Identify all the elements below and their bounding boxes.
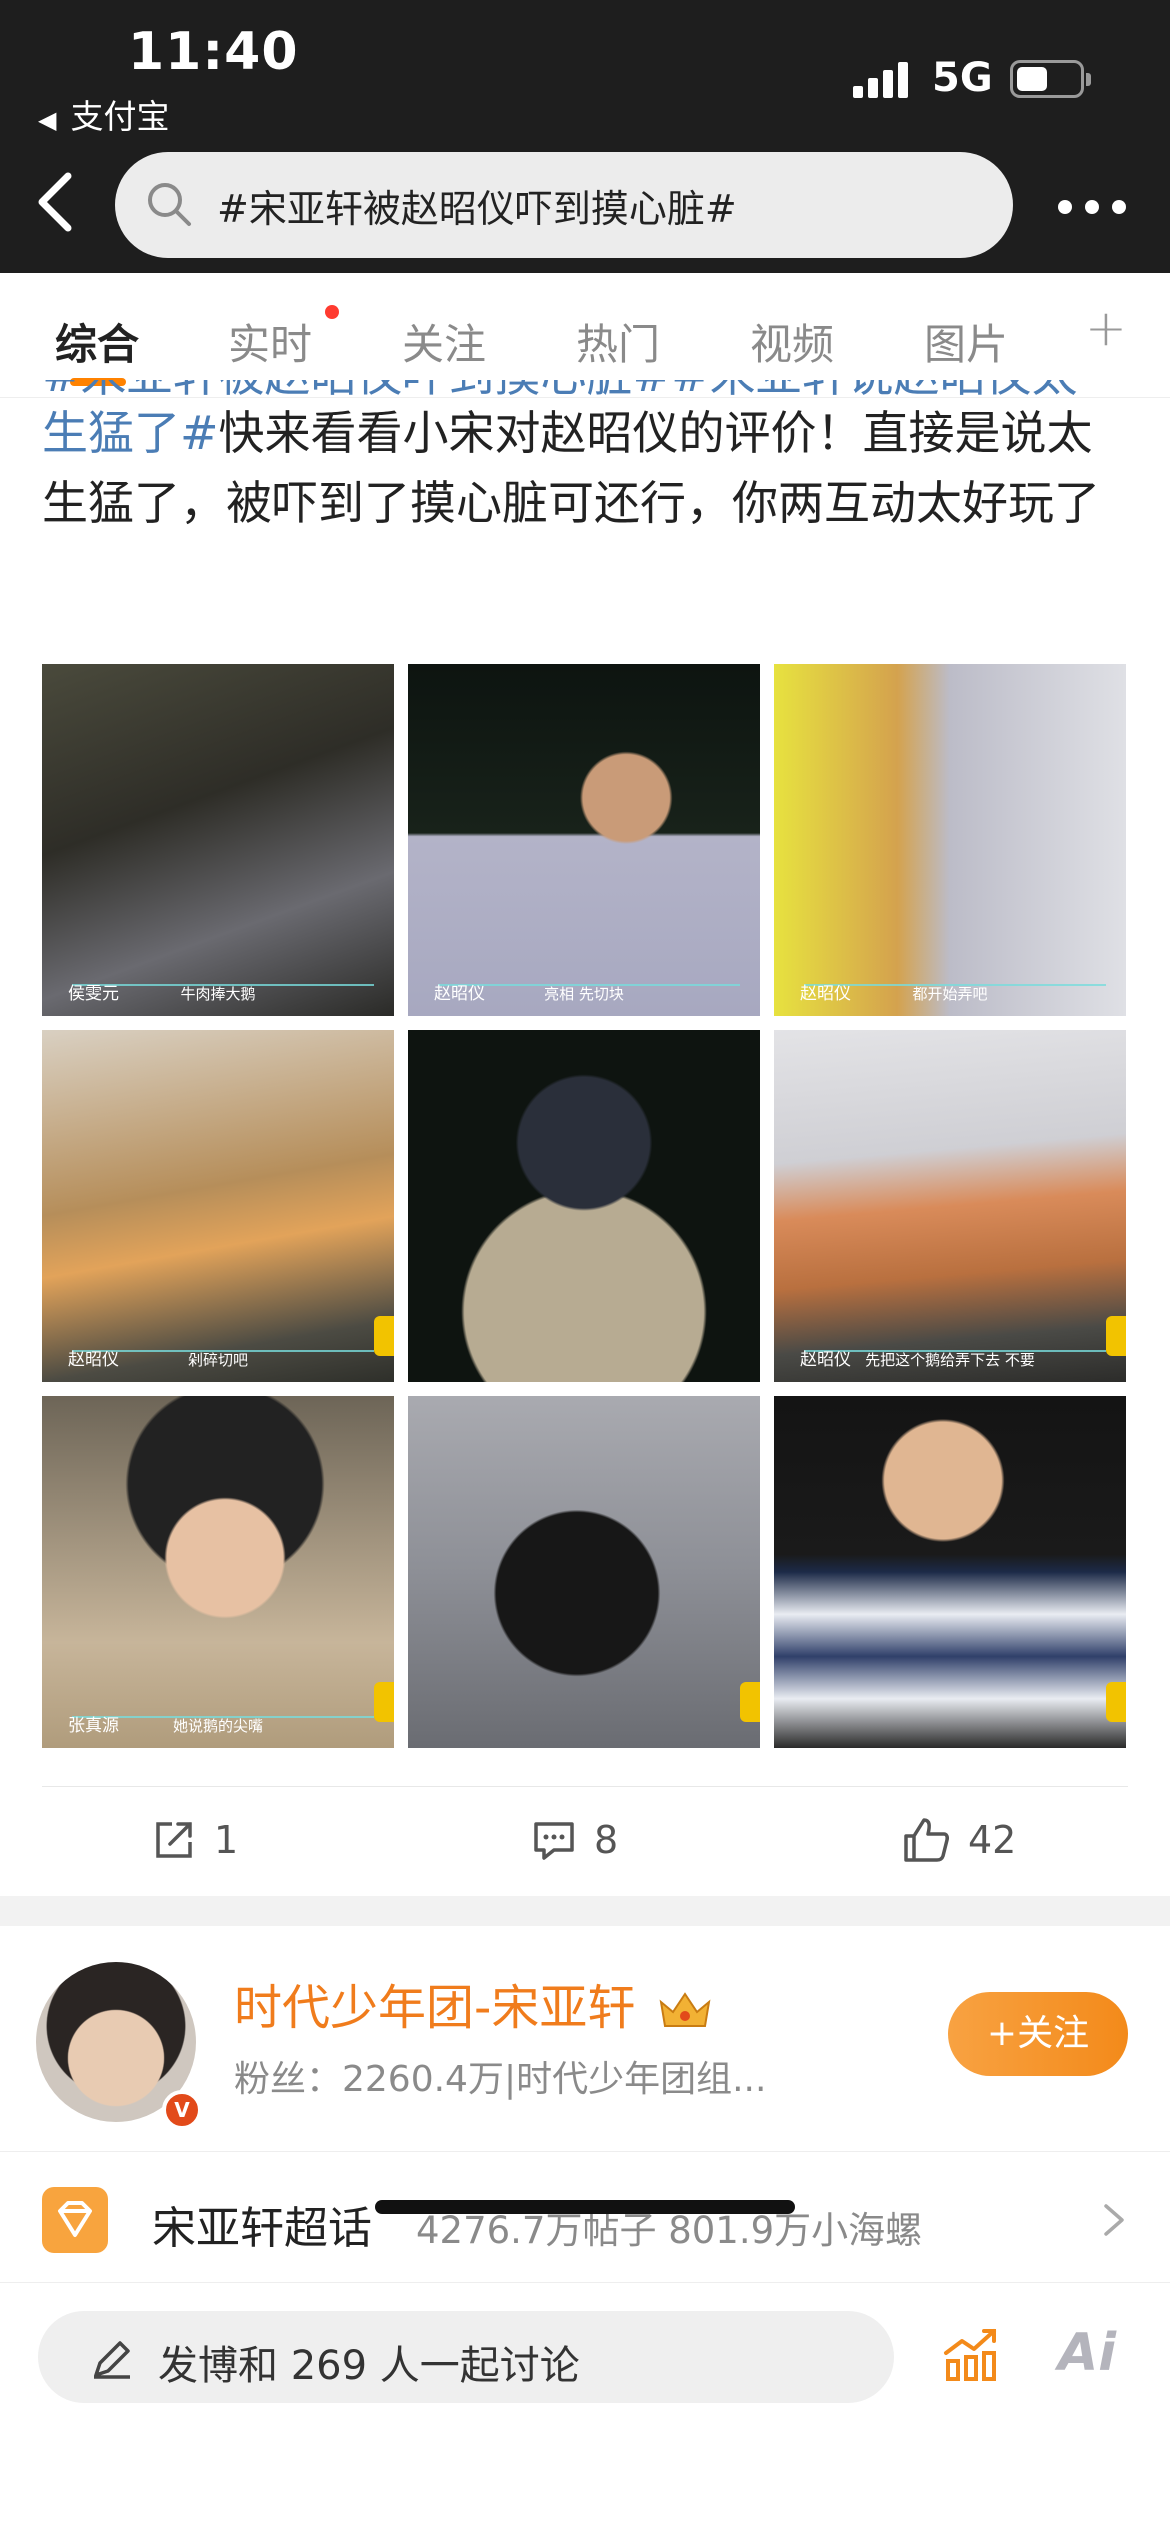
fans-count: 粉丝：2260.4万|时代少年团组... (234, 2059, 767, 2100)
tab-comprehensive[interactable]: 综合 (55, 311, 139, 372)
section-divider (0, 1896, 1170, 1926)
search-icon (148, 183, 191, 226)
comment-icon (534, 1822, 574, 1860)
home-indicator (375, 2200, 795, 2214)
repost-button[interactable]: 1 (152, 1815, 238, 1865)
post-text: 生猛了#快来看看小宋对赵昭仪的评价！直接是说太生猛了，被吓到了摸心脏可还行，你两… (42, 398, 1132, 538)
author-name-text: 时代少年团-宋亚轩 (234, 1980, 636, 2036)
image-caption-text: 她说鹅的尖嘴 (172, 1717, 264, 1735)
status-time: 11:40 (128, 22, 299, 82)
back-app-label: 支付宝 (70, 97, 170, 136)
app-watermark-logo (1106, 1682, 1126, 1722)
compose-bar: 发博和 269 人一起讨论 Ai (0, 2282, 1170, 2532)
post-image-6[interactable]: 赵昭仪 先把这个鹅给弄下去 不要 (774, 1030, 1126, 1382)
back-button[interactable] (30, 170, 90, 240)
image-caption-name: 赵昭仪 (68, 1350, 119, 1370)
image-caption-name: 赵昭仪 (800, 1350, 851, 1370)
tab-video[interactable]: 视频 (750, 311, 834, 372)
compose-placeholder: 发博和 269 人一起讨论 (158, 2343, 580, 2389)
signal-icon (853, 62, 909, 98)
image-caption-name: 赵昭仪 (434, 984, 485, 1004)
image-caption-name: 张真源 (68, 1716, 119, 1736)
author-card[interactable]: V 时代少年团-宋亚轩 粉丝：2260.4万|时代少年团组... +关注 (0, 1926, 1170, 2152)
post-image-9[interactable] (774, 1396, 1126, 1748)
super-topic-diamond-icon (42, 2187, 108, 2253)
image-grid: 侯雯元 牛肉捧大鹅 赵昭仪 亮相 先切块 赵昭仪 都开始弄吧 赵昭仪 剁碎切吧 … (42, 664, 1128, 1748)
chevron-left-icon (38, 172, 72, 232)
app-watermark-logo (740, 1682, 760, 1722)
compose-input[interactable]: 发博和 269 人一起讨论 (38, 2311, 894, 2403)
post-image-4[interactable]: 赵昭仪 剁碎切吧 (42, 1030, 394, 1382)
app-watermark-logo (374, 1682, 394, 1722)
super-topic-row[interactable]: 宋亚轩超话 4276.7万帖子 801.9万小海螺 (0, 2152, 1170, 2282)
more-options-button[interactable] (1058, 200, 1128, 216)
image-caption-text: 牛肉捧大鹅 (180, 985, 256, 1003)
post-action-bar: 1 8 42 (42, 1786, 1128, 1896)
realtime-new-dot (325, 305, 339, 319)
post-image-2[interactable]: 赵昭仪 亮相 先切块 (408, 664, 760, 1016)
post-image-8[interactable] (408, 1396, 760, 1748)
image-caption-name: 侯雯元 (68, 984, 119, 1004)
battery-icon (1010, 60, 1091, 98)
search-bar[interactable]: #宋亚轩被赵昭仪吓到摸心脏# (115, 152, 1013, 258)
repost-icon (156, 1822, 192, 1858)
verified-badge-icon: V (162, 2090, 202, 2130)
post-image-7[interactable]: 张真源 她说鹅的尖嘴 (42, 1396, 394, 1748)
cut-hashtags[interactable]: #宋亚轩被赵昭仪吓到摸心脏##宋亚轩说赵昭仪太 (42, 380, 1132, 398)
tab-following[interactable]: 关注 (402, 311, 486, 372)
app-watermark-logo (1106, 1316, 1126, 1356)
post-cut-line: #宋亚轩被赵昭仪吓到摸心脏##宋亚轩说赵昭仪太 (42, 380, 1132, 398)
image-caption-text: 剁碎切吧 (187, 1351, 249, 1369)
author-name[interactable]: 时代少年团-宋亚轩 (234, 1968, 713, 2038)
pencil-icon (94, 2341, 130, 2379)
hashtag-link[interactable]: 生猛了# (42, 406, 219, 460)
post-image-1[interactable]: 侯雯元 牛肉捧大鹅 (42, 664, 394, 1016)
add-tab-plus-icon[interactable]: + (1085, 299, 1127, 357)
tab-hot[interactable]: 热门 (576, 311, 660, 372)
trend-chart-icon[interactable] (940, 2323, 1000, 2383)
top-header: 11:40 ◀ 支付宝 5G #宋亚轩被赵昭仪吓到摸心脏# (0, 0, 1170, 273)
image-caption-text: 都开始弄吧 (912, 985, 988, 1003)
image-caption-name: 赵昭仪 (800, 984, 851, 1004)
chevron-right-icon (1104, 2204, 1124, 2236)
comment-count: 8 (594, 1818, 619, 1862)
follow-button[interactable]: +关注 (948, 1992, 1128, 2076)
super-topic-name: 宋亚轩超话 (152, 2203, 372, 2254)
ai-assistant-icon[interactable]: Ai (1058, 2323, 1116, 2383)
image-caption-text: 亮相 先切块 (544, 985, 624, 1003)
thumbs-up-icon (904, 1818, 949, 1862)
repost-count: 1 (214, 1818, 239, 1862)
like-count: 42 (968, 1818, 1017, 1862)
post-image-5[interactable] (408, 1030, 760, 1382)
image-caption-text: 先把这个鹅给弄下去 不要 (865, 1351, 1035, 1369)
network-type: 5G (932, 55, 993, 101)
comment-button[interactable]: 8 (532, 1815, 618, 1865)
search-query: #宋亚轩被赵昭仪吓到摸心脏# (217, 187, 737, 231)
tab-realtime[interactable]: 实时 (228, 311, 312, 372)
app-watermark-logo (374, 1316, 394, 1356)
crown-icon (659, 1992, 711, 2027)
post-image-3[interactable]: 赵昭仪 都开始弄吧 (774, 664, 1126, 1016)
like-button[interactable]: 42 (902, 1815, 1016, 1865)
back-to-app-link[interactable]: ◀ 支付宝 (38, 90, 169, 138)
back-triangle-icon: ◀ (38, 106, 57, 134)
tab-pictures[interactable]: 图片 (924, 311, 1008, 372)
